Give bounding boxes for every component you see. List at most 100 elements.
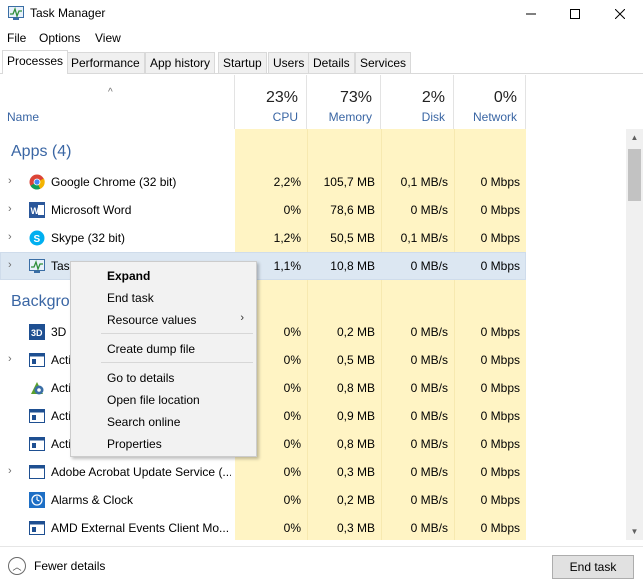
maximize-button[interactable]: [552, 0, 598, 27]
menu-separator: [101, 333, 253, 334]
tab-services[interactable]: Services: [355, 52, 412, 73]
table-row[interactable]: AMD External Events Client Mo... 0% 0,3 …: [0, 514, 526, 542]
menu-item-label: Resource values: [107, 313, 197, 327]
chevron-right-icon: ›: [240, 312, 244, 324]
fewer-details-link[interactable]: Fewer details: [34, 559, 105, 573]
disk-value: 0 MB/s: [410, 465, 448, 479]
disk-value: 0 MB/s: [410, 353, 448, 367]
tab-app-history[interactable]: App history: [145, 52, 216, 73]
window-icon: [29, 465, 45, 479]
tab-processes[interactable]: Processes: [2, 50, 69, 74]
chevron-right-icon[interactable]: ›: [8, 466, 16, 477]
menu-file[interactable]: File: [7, 31, 26, 45]
network-value: 0 Mbps: [480, 521, 520, 535]
process-name: Acti: [51, 381, 72, 395]
table-row[interactable]: Alarms & Clock 0% 0,2 MB 0 MB/s 0 Mbps: [0, 486, 526, 514]
section-background[interactable]: Backgrou: [11, 293, 79, 311]
disk-value: 0 MB/s: [410, 437, 448, 451]
chevron-up-icon[interactable]: ︿: [8, 557, 26, 575]
task-manager-icon: [8, 6, 24, 20]
column-header-disk[interactable]: 2% Disk: [381, 75, 454, 129]
network-value: 0 Mbps: [480, 231, 520, 245]
tab-details[interactable]: Details: [308, 52, 355, 73]
column-header-cpu[interactable]: 23% CPU: [235, 75, 307, 129]
table-row[interactable]: › W Microsoft Word 0% 78,6 MB 0 MB/s 0 M…: [0, 196, 526, 224]
process-name: Acti: [51, 353, 72, 367]
network-value: 0 Mbps: [480, 325, 520, 339]
table-row[interactable]: › Google Chrome (32 bit) 2,2% 105,7 MB 0…: [0, 168, 526, 196]
network-total: 0%: [493, 89, 517, 106]
tab-users[interactable]: Users: [268, 52, 310, 73]
tab-performance[interactable]: Performance: [66, 52, 145, 73]
cpu-value: 0%: [283, 521, 301, 535]
scroll-thumb[interactable]: [628, 149, 641, 201]
word-icon: W: [29, 202, 45, 218]
sort-ascending-icon: ^: [108, 87, 113, 98]
network-value: 0 Mbps: [480, 259, 520, 273]
network-value: 0 Mbps: [480, 465, 520, 479]
menu-item-end-task[interactable]: End task: [71, 287, 256, 309]
column-header-memory[interactable]: 73% Memory: [307, 75, 381, 129]
menu-item-search-online[interactable]: Search online: [71, 411, 256, 433]
scroll-down-icon[interactable]: ▼: [626, 523, 643, 540]
memory-value: 0,8 MB: [336, 437, 375, 451]
network-value: 0 Mbps: [480, 493, 520, 507]
memory-value: 0,8 MB: [336, 381, 375, 395]
menu-item-open-file-location[interactable]: Open file location: [71, 389, 256, 411]
gear-icon: [31, 382, 44, 395]
skype-icon: S: [29, 230, 45, 246]
svg-text:W: W: [31, 206, 40, 216]
chrome-icon: [29, 174, 45, 190]
title-bar: Task Manager: [0, 0, 643, 27]
svg-text:S: S: [34, 234, 41, 245]
process-name: Microsoft Word: [51, 203, 132, 217]
network-value: 0 Mbps: [480, 203, 520, 217]
chevron-right-icon[interactable]: ›: [8, 260, 16, 271]
disk-value: 0 MB/s: [410, 493, 448, 507]
memory-total: 73%: [339, 89, 372, 106]
disk-value: 0 MB/s: [410, 325, 448, 339]
memory-value: 0,2 MB: [336, 325, 375, 339]
network-value: 0 Mbps: [480, 353, 520, 367]
close-button[interactable]: [597, 0, 643, 27]
scroll-up-icon[interactable]: ▲: [626, 129, 643, 146]
menu-view[interactable]: View: [95, 31, 121, 45]
chevron-right-icon[interactable]: ›: [8, 176, 16, 187]
process-name: AMD External Events Client Mo...: [51, 521, 230, 535]
menu-options[interactable]: Options: [39, 31, 80, 45]
chevron-right-icon[interactable]: ›: [8, 354, 16, 365]
minimize-button[interactable]: [508, 0, 554, 27]
column-name-label: Name: [7, 110, 40, 124]
network-value: 0 Mbps: [480, 409, 520, 423]
table-row[interactable]: › Adobe Acrobat Update Service (... 0% 0…: [0, 458, 526, 486]
memory-label: Memory: [328, 110, 372, 124]
menu-item-create-dump[interactable]: Create dump file: [71, 338, 256, 360]
memory-value: 0,5 MB: [336, 353, 375, 367]
vertical-scrollbar[interactable]: ▲ ▼: [626, 129, 643, 540]
menu-separator: [101, 362, 253, 363]
tab-startup[interactable]: Startup: [218, 52, 267, 73]
memory-value: 0,9 MB: [336, 409, 375, 423]
network-label: Network: [472, 110, 517, 124]
clock-icon: [29, 492, 45, 508]
process-name: Google Chrome (32 bit): [51, 175, 177, 189]
disk-value: 0,1 MB/s: [400, 175, 448, 189]
process-name: Skype (32 bit): [51, 231, 126, 245]
section-apps[interactable]: Apps (4): [11, 143, 71, 161]
menu-item-resource-values[interactable]: Resource values ›: [71, 309, 256, 331]
column-header-name[interactable]: ^ Name: [0, 75, 235, 129]
memory-value: 78,6 MB: [330, 203, 375, 217]
chevron-right-icon[interactable]: ›: [8, 232, 16, 243]
end-task-button[interactable]: End task: [552, 555, 634, 579]
column-header-network[interactable]: 0% Network: [454, 75, 526, 129]
menu-item-go-to-details[interactable]: Go to details: [71, 367, 256, 389]
menu-item-expand[interactable]: Expand: [71, 265, 256, 287]
chevron-right-icon[interactable]: ›: [8, 204, 16, 215]
network-value: 0 Mbps: [480, 175, 520, 189]
disk-value: 0 MB/s: [410, 381, 448, 395]
cpu-value: 2,2%: [273, 175, 301, 189]
process-name: Acti: [51, 437, 72, 451]
footer: ︿ Fewer details End task: [0, 546, 643, 585]
table-row[interactable]: › S Skype (32 bit) 1,2% 50,5 MB 0,1 MB/s…: [0, 224, 526, 252]
menu-item-properties[interactable]: Properties: [71, 433, 256, 455]
